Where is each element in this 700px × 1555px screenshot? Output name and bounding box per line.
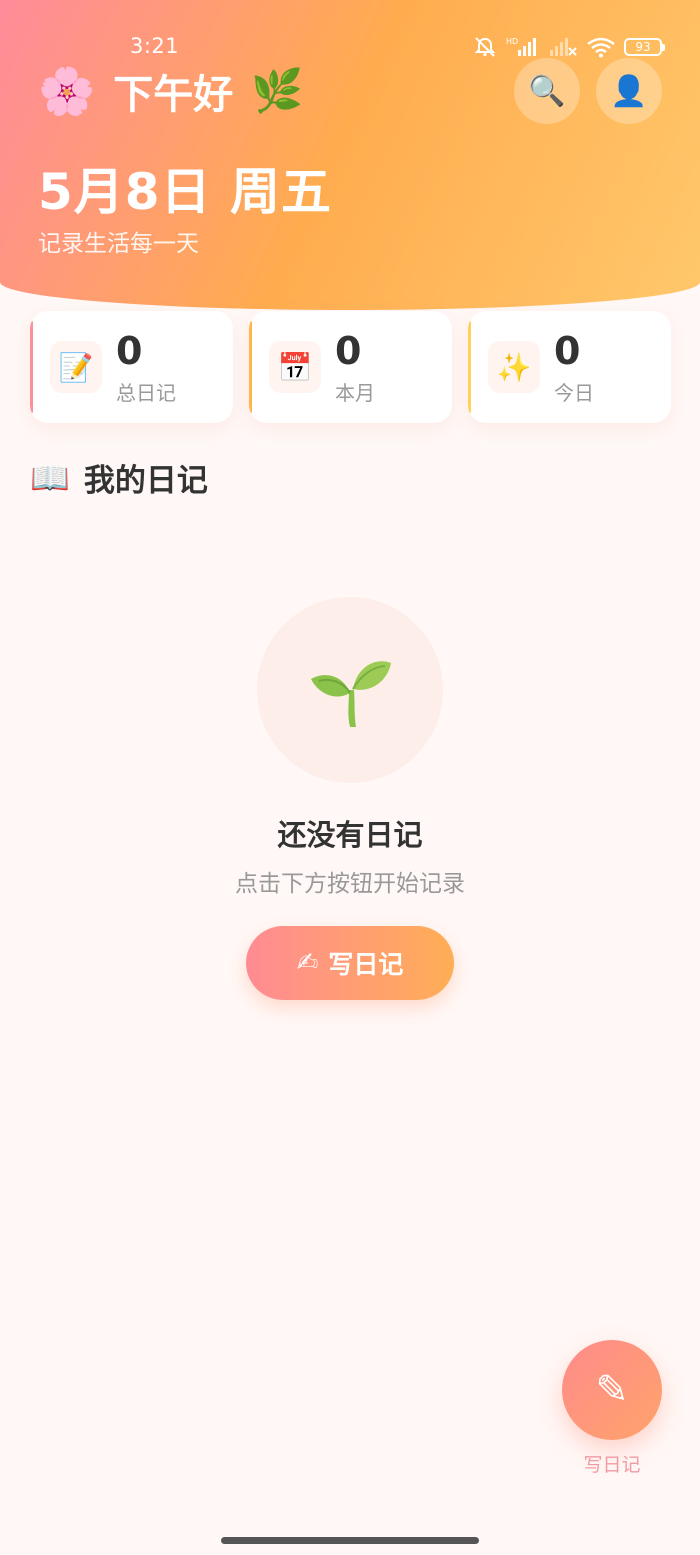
diary-app-screen: 3:21 HD 93 🌸 下午好 🌿 🔍 👤 5月8日 周五 记录生活每一天 📝… — [0, 0, 700, 1555]
header-banner: 3:21 HD 93 🌸 下午好 🌿 🔍 👤 5月8日 周五 记录生活每一天 — [0, 0, 700, 310]
memo-icon: 📝 — [50, 341, 102, 393]
empty-state-title: 还没有日记 — [277, 818, 423, 852]
search-button[interactable]: 🔍 — [514, 58, 580, 124]
stat-value-today: 0 — [554, 329, 581, 373]
section-header: 📖 我的日记 — [30, 455, 208, 500]
write-diary-fab[interactable]: ✎ — [562, 1340, 662, 1440]
header-subtitle: 记录生活每一天 — [38, 231, 199, 257]
calendar-icon: 📅 — [269, 341, 321, 393]
empty-state-subtitle: 点击下方按钮开始记录 — [235, 871, 465, 897]
wifi-icon — [587, 37, 615, 58]
battery-indicator: 93 — [624, 38, 665, 56]
stat-card-total[interactable]: 📝 0 总日记 — [30, 311, 233, 423]
current-date: 5月8日 周五 — [38, 163, 332, 221]
stat-card-month[interactable]: 📅 0 本月 — [249, 311, 452, 423]
leaf-icon: 🌿 — [251, 66, 304, 115]
sprout-icon — [311, 661, 391, 727]
open-book-icon: 📖 — [30, 458, 70, 497]
signal-icon: HD — [506, 37, 536, 56]
write-diary-button-label: 写日记 — [328, 950, 404, 979]
stat-label-month: 本月 — [335, 381, 375, 405]
stat-value-month: 0 — [335, 329, 362, 373]
writing-hand-icon: ✍ — [296, 948, 319, 978]
svg-text:HD: HD — [506, 37, 518, 46]
greeting-text: 下午好 — [113, 72, 234, 118]
stats-row: 📝 0 总日记 📅 0 本月 ✨ 0 今日 — [30, 311, 671, 423]
stat-value-total: 0 — [116, 329, 143, 373]
signal-empty-icon — [550, 38, 577, 56]
fab-label: 写日记 — [583, 1454, 641, 1476]
cherry-blossom-icon: 🌸 — [38, 64, 96, 118]
stat-card-today[interactable]: ✨ 0 今日 — [468, 311, 671, 423]
home-indicator[interactable] — [221, 1537, 479, 1544]
status-icons: HD 93 — [472, 36, 665, 58]
sparkles-icon: ✨ — [488, 341, 540, 393]
profile-button[interactable]: 👤 — [596, 58, 662, 124]
profile-icon: 👤 — [610, 73, 648, 109]
status-time: 3:21 — [130, 34, 180, 58]
section-title: 我的日记 — [83, 463, 208, 499]
mute-bell-icon — [474, 37, 496, 57]
stat-label-total: 总日记 — [116, 381, 176, 405]
stat-label-today: 今日 — [554, 381, 594, 405]
pencil-icon: ✎ — [595, 1367, 629, 1413]
greeting-row: 🌸 下午好 🌿 — [38, 62, 304, 120]
write-diary-button[interactable]: ✍ 写日记 — [246, 926, 454, 1000]
search-icon: 🔍 — [528, 73, 566, 109]
empty-state-illustration — [257, 597, 443, 783]
